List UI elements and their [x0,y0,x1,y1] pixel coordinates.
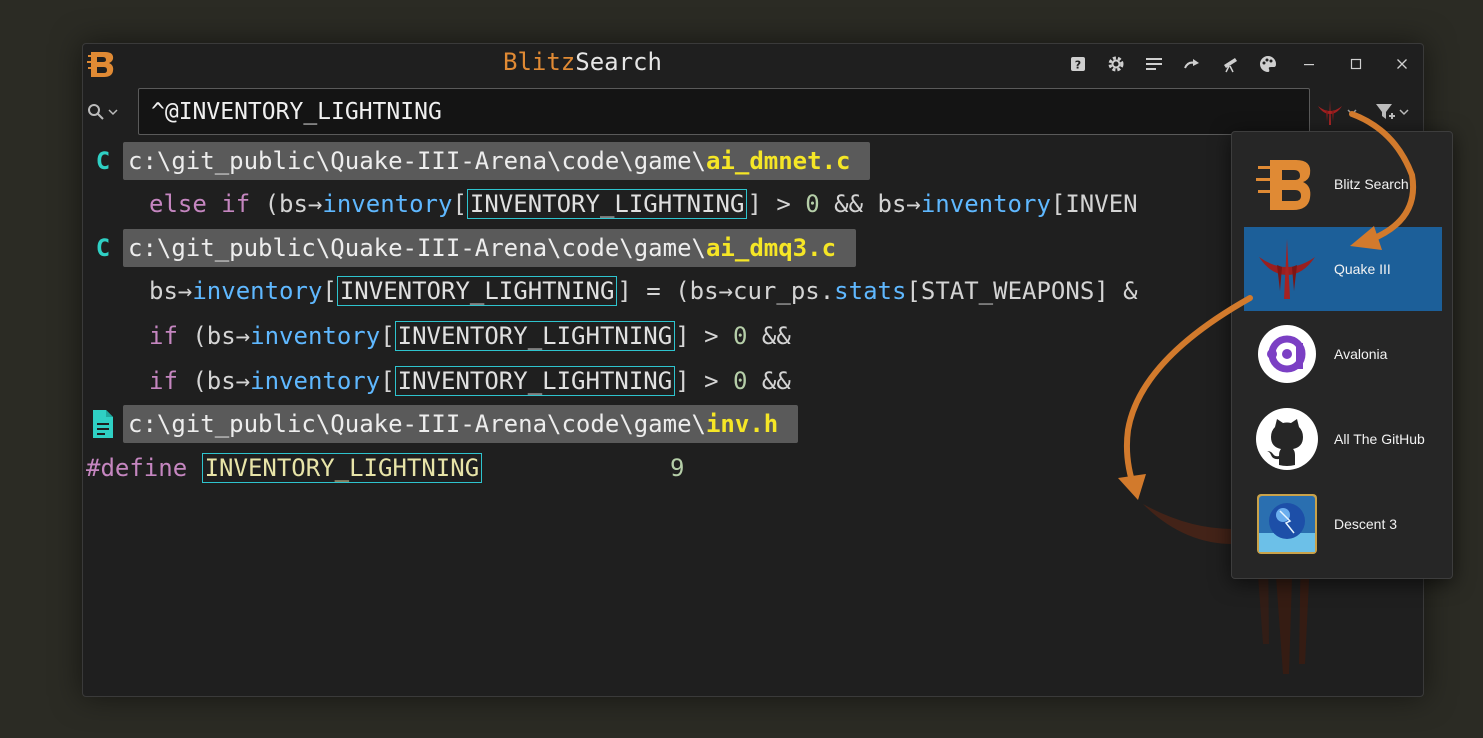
gear-icon[interactable] [1106,54,1126,74]
search-row [83,88,1423,136]
result-line[interactable]: else if (bs→inventory[INVENTORY_LIGHTNIN… [83,184,1138,224]
help-icon[interactable]: ? [1068,54,1088,74]
filter-dropdown[interactable] [1375,98,1415,126]
search-icon [88,104,104,120]
match-highlight: INVENTORY_LIGHTNING [201,453,483,483]
search-input[interactable] [138,88,1310,135]
close-button[interactable] [1390,52,1414,76]
chevron-down-icon [1399,109,1409,116]
c-file-icon: C [95,147,111,175]
file-header[interactable]: c:\git_public\Quake-III-Arena\code\game\… [83,404,799,444]
result-line[interactable]: if (bs→inventory[INVENTORY_LIGHTNING] > … [83,361,791,401]
github-logo-icon [1254,406,1320,472]
project-item-all-the-github[interactable]: All The GitHub [1244,397,1442,481]
chevron-down-icon [108,109,118,116]
match-highlight: INVENTORY_LIGHTNING [394,366,676,396]
blitz-logo-icon [1254,151,1320,217]
match-highlight: INVENTORY_LIGHTNING [466,189,748,219]
filter-add-icon [1376,104,1395,119]
redo-icon[interactable] [1182,54,1202,74]
list-icon[interactable] [1144,54,1164,74]
quake3-logo-icon [1318,100,1342,125]
palette-icon[interactable] [1258,54,1278,74]
file-header[interactable]: C c:\git_public\Quake-III-Arena\code\gam… [83,141,871,181]
minimize-button[interactable] [1297,52,1321,76]
chevron-down-icon [1347,109,1357,116]
file-header[interactable]: C c:\git_public\Quake-III-Arena\code\gam… [83,228,857,268]
result-line[interactable]: if (bs→inventory[INVENTORY_LIGHTNING] > … [83,316,791,356]
window-title: BlitzSearch [503,48,662,76]
avalonia-logo-icon [1254,321,1320,387]
quake3-logo-icon [1254,236,1320,302]
file-name: ai_dmq3.c [705,234,837,262]
svg-text:?: ? [1075,59,1081,72]
project-item-avalonia[interactable]: Avalonia [1244,312,1442,396]
c-file-icon: C [95,234,111,262]
blitz-logo-icon [87,52,114,77]
maximize-button[interactable] [1344,52,1368,76]
file-name: ai_dmnet.c [705,147,851,175]
project-item-descent-3[interactable]: Descent 3 [1244,482,1442,566]
result-line[interactable]: #define INVENTORY_LIGHTNING 9 [83,448,684,488]
document-icon [83,404,123,444]
result-line[interactable]: bs→inventory[INVENTORY_LIGHTNING] = (bs→… [83,271,1138,311]
match-highlight: INVENTORY_LIGHTNING [336,276,618,306]
project-item-quake-iii[interactable]: Quake III [1244,227,1442,311]
file-name: inv.h [705,410,779,438]
descent3-logo-icon [1254,491,1320,557]
file-path[interactable]: c:\git_public\Quake-III-Arena\code\game\… [123,229,857,267]
project-item-blitz-search[interactable]: Blitz Search [1244,142,1442,226]
telescope-icon[interactable] [1220,54,1240,74]
match-highlight: INVENTORY_LIGHTNING [394,321,676,351]
app-window: BlitzSearch ? ^@INVENTORY_LIGHTNING C c:… [82,43,1424,697]
project-dropdown: Blitz Search Quake III Avalonia All The … [1231,131,1453,579]
file-path[interactable]: c:\git_public\Quake-III-Arena\code\game\… [123,405,799,443]
file-path[interactable]: c:\git_public\Quake-III-Arena\code\game\… [123,142,871,180]
search-mode-dropdown[interactable] [87,100,127,124]
project-selector-button[interactable] [1315,98,1363,126]
title-bar: BlitzSearch ? [83,44,1423,84]
